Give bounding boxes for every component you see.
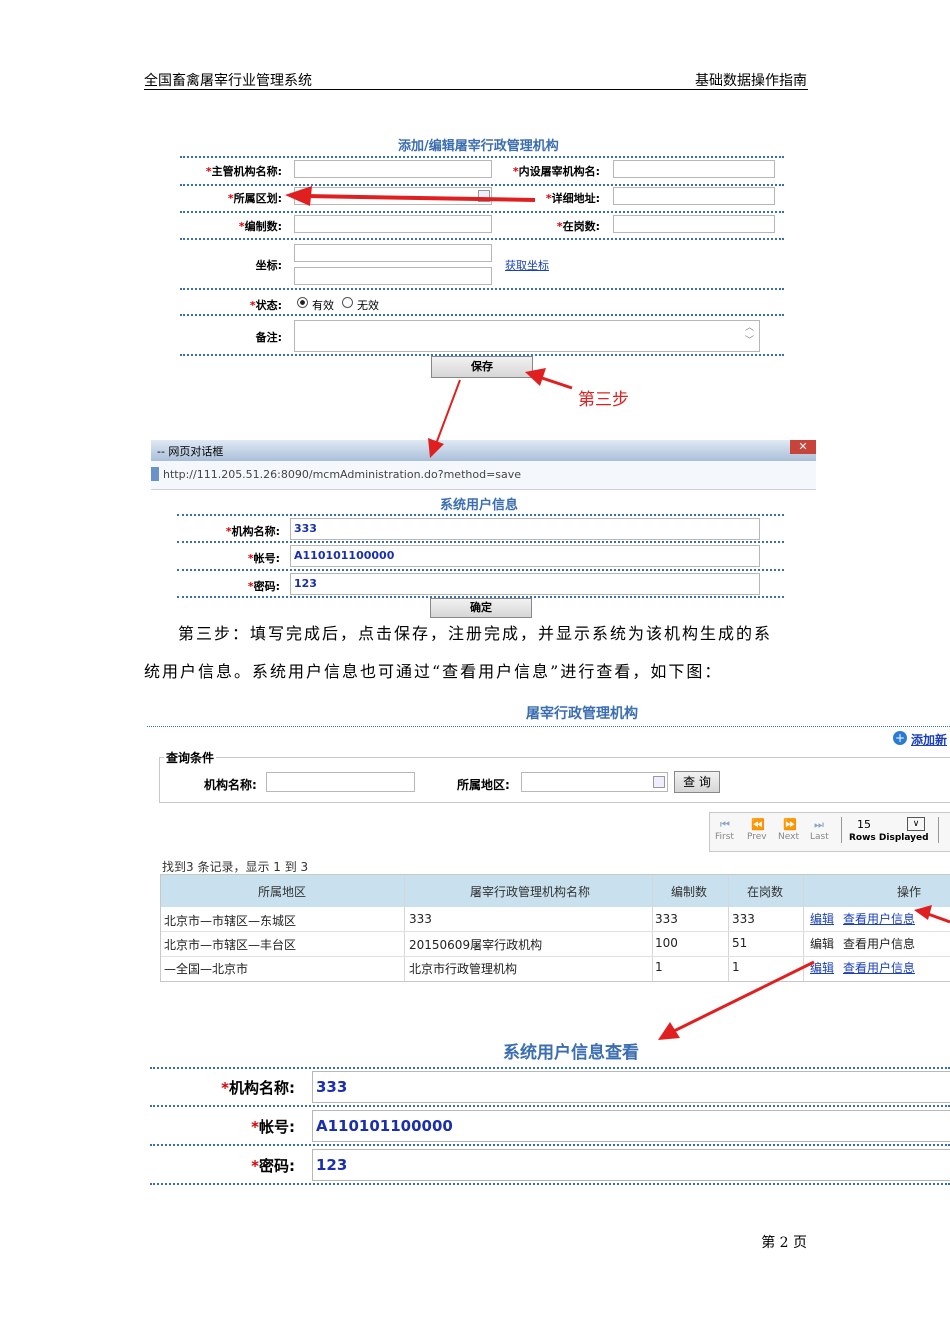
annotation-arrows	[285, 186, 950, 1040]
page-number: 第 2 页	[761, 1235, 807, 1251]
arrow-head	[525, 368, 546, 386]
arrow-save-to-dialog	[435, 379, 461, 445]
arrow-to-view-panel	[671, 960, 815, 1034]
arrow-to-view-link	[927, 912, 950, 924]
arrow-head	[285, 186, 312, 206]
arrow-head	[914, 905, 932, 920]
arrow-to-save	[541, 376, 573, 390]
arrow-head	[428, 438, 444, 458]
arrow-to-region	[304, 194, 536, 202]
